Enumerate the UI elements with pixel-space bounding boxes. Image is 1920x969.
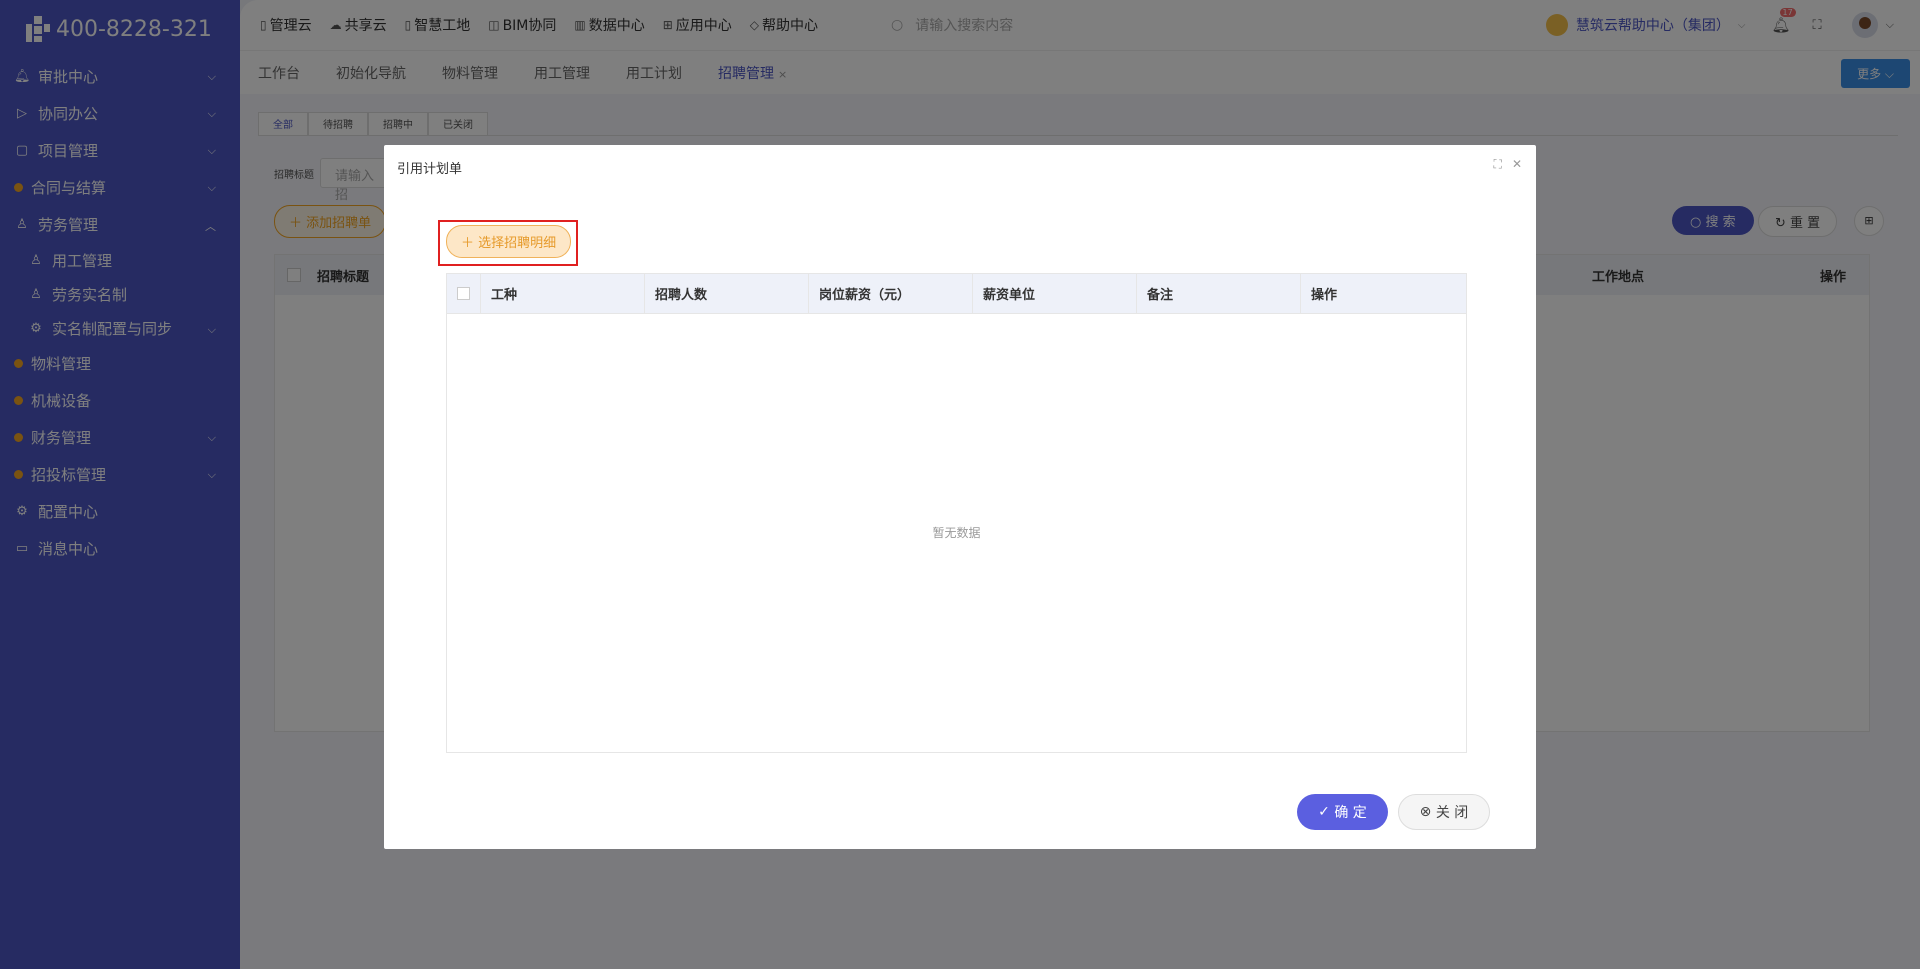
close-circle-icon: ⊗ xyxy=(1419,804,1432,820)
select-details-label: 选择招聘明细 xyxy=(478,236,557,251)
close-icon[interactable]: ✕ xyxy=(1512,157,1522,171)
dialog-title: 引用计划单 xyxy=(397,162,463,177)
maximize-icon[interactable]: ⛶ xyxy=(1494,157,1502,171)
confirm-label: 确 定 xyxy=(1334,805,1367,821)
dialog-actions: ⛶ ✕ xyxy=(1484,157,1522,172)
close-label: 关 闭 xyxy=(1435,805,1469,821)
column-salary: 岗位薪资（元） xyxy=(809,274,973,313)
select-details-button[interactable]: ＋ 选择招聘明细 xyxy=(446,225,572,258)
column-remarks: 备注 xyxy=(1137,274,1301,313)
quote-plan-dialog: 引用计划单 ⛶ ✕ ＋ 选择招聘明细 工种 招聘人数 岗位薪资（元） 薪资单位 备… xyxy=(384,145,1536,849)
confirm-button[interactable]: ✓ 确 定 xyxy=(1297,794,1388,830)
column-salary-unit: 薪资单位 xyxy=(973,274,1137,313)
column-action: 操作 xyxy=(1311,288,1338,303)
details-table-header: 工种 招聘人数 岗位薪资（元） 薪资单位 备注 操作 xyxy=(447,274,1466,314)
column-job-type: 工种 xyxy=(481,274,645,313)
close-button[interactable]: ⊗ 关 闭 xyxy=(1398,794,1490,830)
details-table: 工种 招聘人数 岗位薪资（元） 薪资单位 备注 操作 暂无数据 xyxy=(446,273,1467,753)
column-headcount: 招聘人数 xyxy=(645,274,809,313)
select-all-cell xyxy=(447,274,481,313)
empty-state: 暂无数据 xyxy=(932,526,981,540)
check-icon: ✓ xyxy=(1318,804,1330,820)
select-all-checkbox[interactable] xyxy=(457,287,470,300)
